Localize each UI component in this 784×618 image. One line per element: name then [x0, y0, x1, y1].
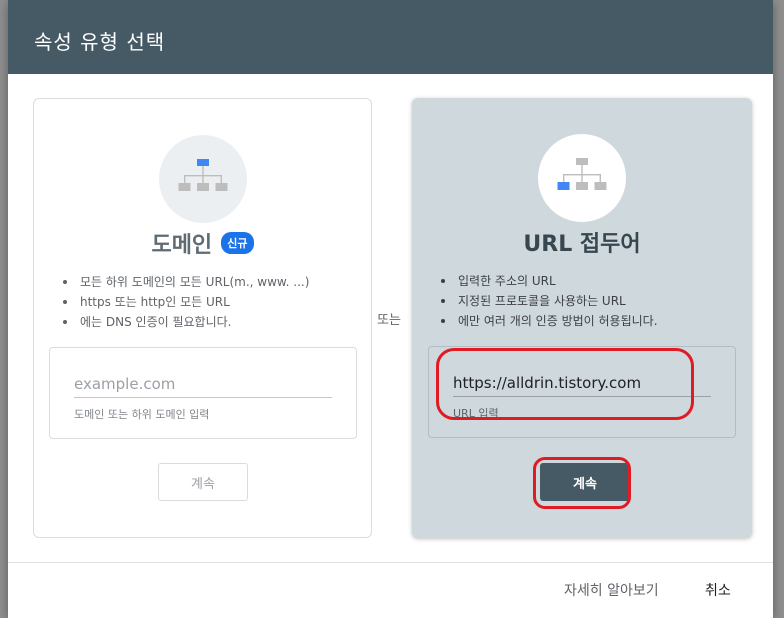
- domain-bullet: 모든 하위 도메인의 모든 URL(m., www. ...): [62, 272, 309, 292]
- domain-icon-circle: [159, 135, 247, 223]
- dialog-footer: 자세히 알아보기 취소: [8, 562, 773, 618]
- new-badge: 신규: [221, 232, 254, 254]
- domain-input-box: 도메인 또는 하위 도메인 입력: [49, 347, 357, 439]
- url-input-hint: URL 입력: [453, 407, 499, 420]
- or-label: 또는: [377, 313, 401, 328]
- dialog-title: 속성 유형 선택: [34, 30, 166, 54]
- url-continue-button[interactable]: 계속: [540, 463, 630, 501]
- domain-title: 도메인: [151, 233, 213, 258]
- url-icon-circle: [538, 134, 626, 222]
- url-bullet: 에만 여러 개의 인증 방법이 허용됩니다.: [441, 311, 658, 331]
- sitemap-icon: [178, 159, 228, 191]
- dialog-header: 속성 유형 선택: [8, 0, 773, 74]
- url-prefix-title: URL 접두어: [523, 232, 641, 257]
- url-bullet: 지정된 프로토콜을 사용하는 URL: [441, 291, 658, 311]
- domain-continue-button[interactable]: 계속: [158, 463, 248, 501]
- url-title-row: URL 접두어: [412, 226, 752, 258]
- url-input-box: URL 입력: [428, 346, 736, 438]
- domain-bullet: https 또는 http인 모든 URL: [62, 292, 309, 312]
- domain-card[interactable]: 도메인 신규 모든 하위 도메인의 모든 URL(m., www. ...) h…: [33, 98, 372, 538]
- url-prefix-card[interactable]: URL 접두어 입력한 주소의 URL 지정된 프로토콜을 사용하는 URL 에…: [412, 98, 752, 538]
- url-bullet-list: 입력한 주소의 URL 지정된 프로토콜을 사용하는 URL 에만 여러 개의 …: [441, 271, 658, 331]
- domain-bullet: 에는 DNS 인증이 필요합니다.: [62, 312, 309, 332]
- property-type-dialog: 속성 유형 선택 도메인 신규 모든 하위 도메인의 모든 URL(m., ww…: [8, 0, 773, 618]
- domain-input-hint: 도메인 또는 하위 도메인 입력: [74, 408, 210, 421]
- learn-more-link[interactable]: 자세히 알아보기: [564, 580, 659, 600]
- domain-input[interactable]: [74, 370, 332, 398]
- url-bullet: 입력한 주소의 URL: [441, 271, 658, 291]
- sitemap-icon: [557, 158, 607, 190]
- domain-bullet-list: 모든 하위 도메인의 모든 URL(m., www. ...) https 또는…: [62, 272, 309, 332]
- cancel-button[interactable]: 취소: [705, 580, 731, 600]
- domain-title-row: 도메인 신규: [34, 227, 371, 259]
- url-input[interactable]: [453, 369, 711, 397]
